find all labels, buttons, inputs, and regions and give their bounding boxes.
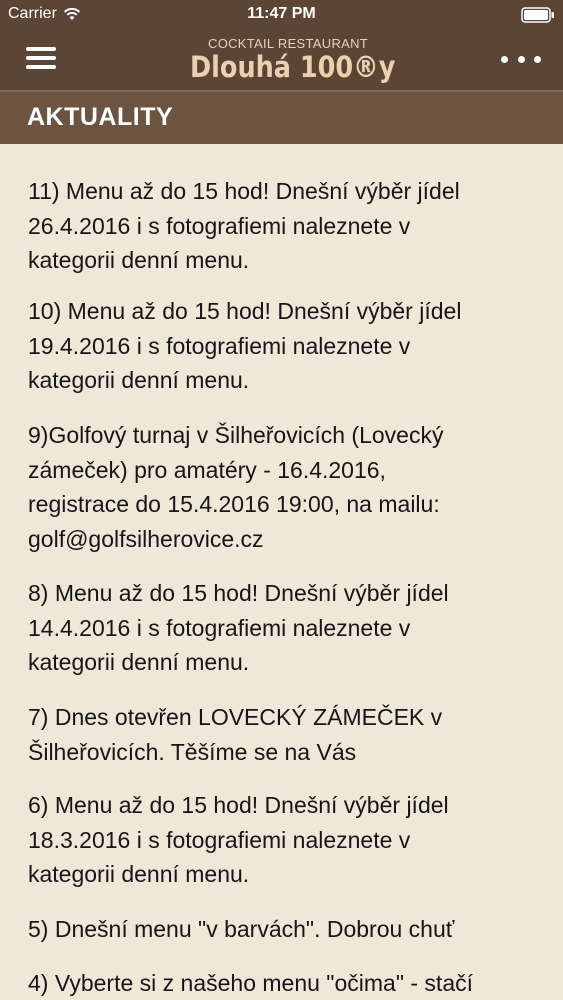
- news-item[interactable]: 8) Menu až do 15 hod! Dnešní výběr jídel…: [28, 576, 543, 680]
- section-header: AKTUALITY: [0, 92, 563, 144]
- news-item[interactable]: 11) Menu až do 15 hod! Dnešní výběr jíde…: [28, 174, 543, 278]
- navigation-bar: COCKTAIL RESTAURANT Dlouhá 100®y: [0, 30, 563, 90]
- news-item[interactable]: 9)Golfový turnaj v Šilheřovicích (Loveck…: [28, 418, 543, 556]
- ellipsis-icon-dot: [517, 55, 525, 63]
- status-bar: Carrier 11:47 PM: [0, 0, 563, 30]
- ellipsis-icon: [501, 55, 508, 63]
- logo-tagline: COCKTAIL RESTAURANT: [208, 36, 369, 51]
- hamburger-icon-line: [26, 56, 56, 60]
- news-item[interactable]: 5) Dnešní menu "v barvách". Dobrou chuť: [28, 912, 543, 947]
- hamburger-menu-button[interactable]: [26, 44, 58, 74]
- section-title: AKTUALITY: [27, 103, 174, 131]
- ellipsis-icon-dot: [534, 55, 541, 63]
- news-item[interactable]: 7) Dnes otevřen LOVECKÝ ZÁMEČEK v Šilheř…: [28, 700, 543, 769]
- logo-name: Dlouhá 100®y: [190, 50, 396, 84]
- news-item[interactable]: 6) Menu až do 15 hod! Dnešní výběr jídel…: [28, 788, 543, 892]
- hamburger-icon: [26, 47, 56, 51]
- hamburger-icon-line: [26, 65, 56, 69]
- restaurant-logo: COCKTAIL RESTAURANT Dlouhá 100®y: [190, 32, 395, 88]
- news-list[interactable]: 11) Menu až do 15 hod! Dnešní výběr jíde…: [0, 144, 563, 1000]
- news-item[interactable]: 4) Vyberte si z našeho menu "očima" - st…: [28, 966, 543, 1000]
- more-options-button[interactable]: [501, 44, 541, 74]
- status-time: 11:47 PM: [247, 5, 316, 22]
- battery-icon: [521, 7, 555, 28]
- news-item[interactable]: 10) Menu až do 15 hod! Dnešní výběr jíde…: [28, 294, 543, 398]
